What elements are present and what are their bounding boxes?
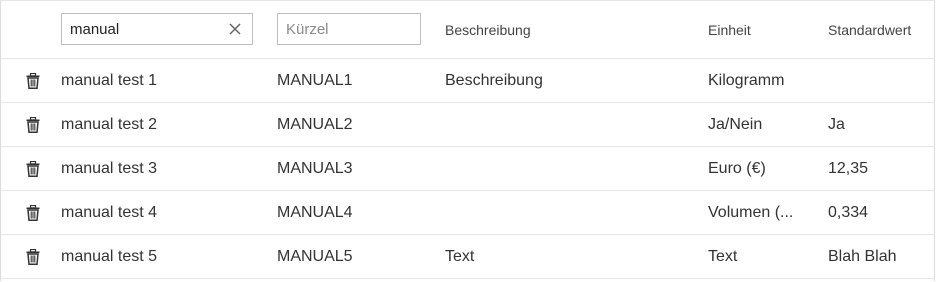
cell-description: Text bbox=[445, 247, 475, 265]
cell-name: manual test 2 bbox=[61, 115, 158, 133]
cell-description bbox=[445, 191, 695, 234]
table-row[interactable]: manual test 4 MANUAL4 Volumen (... 0,334 bbox=[1, 191, 934, 235]
trash-icon[interactable] bbox=[21, 157, 45, 181]
short-filter-input[interactable] bbox=[278, 14, 420, 44]
name-filter bbox=[61, 13, 253, 45]
cell-description bbox=[445, 103, 695, 146]
cell-default: Blah Blah bbox=[828, 247, 897, 265]
cell-short: MANUAL3 bbox=[277, 159, 353, 177]
table-row[interactable]: manual test 5 MANUAL5 Text Text Blah Bla… bbox=[1, 235, 934, 279]
cell-name: manual test 1 bbox=[61, 71, 158, 89]
cell-name: manual test 5 bbox=[61, 247, 158, 265]
delete-cell bbox=[21, 59, 45, 102]
trash-icon[interactable] bbox=[21, 69, 45, 93]
cell-default: Ja bbox=[828, 115, 845, 133]
trash-icon[interactable] bbox=[21, 201, 45, 225]
name-filter-input[interactable] bbox=[62, 14, 252, 44]
cell-unit: Kilogramm bbox=[708, 72, 785, 89]
short-filter bbox=[277, 13, 421, 45]
close-icon[interactable] bbox=[226, 19, 244, 39]
header-default[interactable]: Standardwert bbox=[828, 1, 936, 58]
table-body: manual test 1 MANUAL1 Beschreibung Kilog… bbox=[1, 59, 934, 279]
trash-icon[interactable] bbox=[21, 113, 45, 137]
delete-cell bbox=[21, 103, 45, 146]
trash-icon[interactable] bbox=[21, 245, 45, 269]
cell-unit: Ja/Nein bbox=[708, 116, 763, 133]
cell-short: MANUAL1 bbox=[277, 71, 353, 89]
delete-cell bbox=[21, 191, 45, 234]
units-table: Beschreibung Einheit Standardwert manual… bbox=[0, 0, 935, 281]
table-header-row: Beschreibung Einheit Standardwert bbox=[1, 1, 934, 59]
cell-name: manual test 3 bbox=[61, 159, 158, 177]
cell-name: manual test 4 bbox=[61, 203, 158, 221]
cell-short: MANUAL5 bbox=[277, 247, 353, 265]
cell-short: MANUAL4 bbox=[277, 203, 353, 221]
cell-description: Beschreibung bbox=[445, 71, 543, 89]
table-row[interactable]: manual test 3 MANUAL3 Euro (€) 12,35 bbox=[1, 147, 934, 191]
cell-default bbox=[828, 59, 936, 102]
cell-default: 12,35 bbox=[828, 159, 869, 177]
cell-unit: Euro (€) bbox=[708, 160, 766, 177]
cell-unit: Text bbox=[708, 248, 738, 265]
cell-unit: Volumen (... bbox=[708, 204, 794, 221]
table-row[interactable]: manual test 1 MANUAL1 Beschreibung Kilog… bbox=[1, 59, 934, 103]
table-row[interactable]: manual test 2 MANUAL2 Ja/Nein Ja bbox=[1, 103, 934, 147]
delete-cell bbox=[21, 147, 45, 190]
delete-cell bbox=[21, 235, 45, 278]
cell-description bbox=[445, 147, 695, 190]
cell-short: MANUAL2 bbox=[277, 115, 353, 133]
header-unit[interactable]: Einheit bbox=[708, 1, 806, 58]
header-description[interactable]: Beschreibung bbox=[445, 1, 695, 58]
cell-default: 0,334 bbox=[828, 203, 869, 221]
